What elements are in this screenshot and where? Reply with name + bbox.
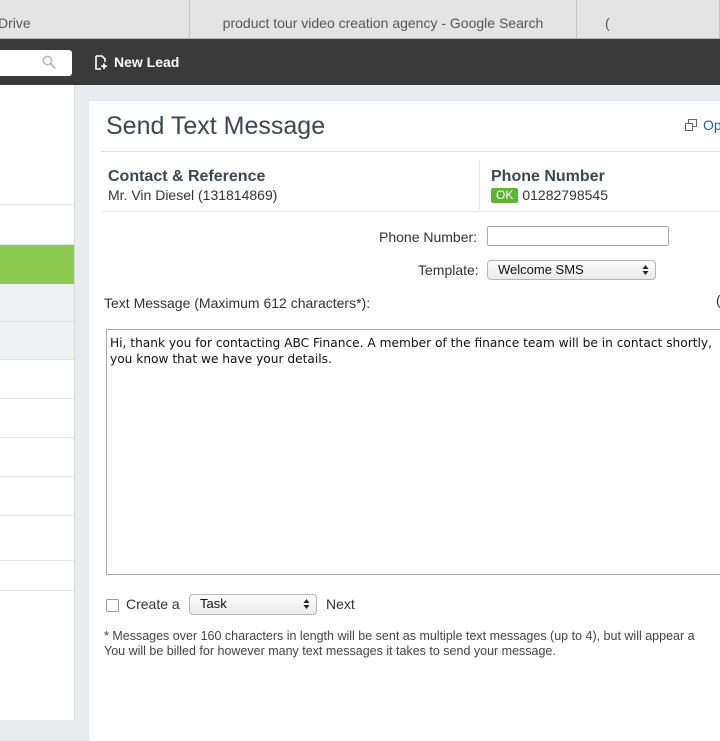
billing-note: * Messages over 160 characters in length… xyxy=(104,629,695,659)
tab-title: ( xyxy=(605,15,610,31)
create-a-label: Create a xyxy=(126,596,180,612)
sidebar-item[interactable] xyxy=(0,284,74,322)
new-lead-icon xyxy=(95,54,107,70)
sidebar-item[interactable] xyxy=(0,561,74,591)
new-window-icon xyxy=(685,119,697,131)
sidebar-item[interactable] xyxy=(0,399,74,438)
search-icon[interactable] xyxy=(42,55,56,69)
sidebar-item[interactable] xyxy=(0,85,74,205)
template-label: Template: xyxy=(418,262,479,278)
text-message-textarea[interactable]: Hi, thank you for contacting ABC Finance… xyxy=(106,329,720,575)
sidebar-item[interactable] xyxy=(0,205,74,245)
contact-reference-heading: Contact & Reference xyxy=(108,168,266,185)
sidebar-item[interactable] xyxy=(0,516,74,561)
billing-note-line: You will be billed for however many text… xyxy=(104,644,556,658)
text-message-label: Text Message (Maximum 612 characters*): xyxy=(104,295,371,311)
task-type-select[interactable]: Task xyxy=(189,594,317,615)
select-arrows-icon xyxy=(642,265,649,275)
template-selected-value: Welcome SMS xyxy=(498,262,584,277)
browser-tab-bar: Drive product tour video creation agency… xyxy=(0,0,720,39)
message-line: you know that we have your details. xyxy=(110,352,332,366)
new-lead-button[interactable]: New Lead xyxy=(94,53,179,71)
sidebar-item[interactable] xyxy=(0,438,74,477)
template-select[interactable]: Welcome SMS xyxy=(487,260,656,280)
next-label: Next xyxy=(326,596,355,612)
select-arrows-icon xyxy=(303,599,310,609)
character-count-indicator: ( xyxy=(716,292,720,308)
page-title: Send Text Message xyxy=(106,112,326,140)
phone-number-heading: Phone Number xyxy=(491,168,605,185)
divider xyxy=(101,151,720,152)
phone-number-label: Phone Number: xyxy=(379,229,478,245)
divider xyxy=(479,160,480,210)
new-lead-label: New Lead xyxy=(114,54,180,70)
create-task-checkbox[interactable] xyxy=(106,599,119,612)
browser-tab-drive[interactable]: Drive xyxy=(0,0,190,38)
phone-number-value: 01282798545 xyxy=(522,187,608,203)
open-link-label: Op xyxy=(703,117,720,133)
billing-note-line: * Messages over 160 characters in length… xyxy=(104,629,695,643)
browser-tab-other[interactable]: ( xyxy=(577,0,720,38)
phone-number-input[interactable] xyxy=(487,226,669,246)
sidebar-item[interactable] xyxy=(0,477,74,516)
tab-title: product tour video creation agency - Goo… xyxy=(222,15,544,31)
phone-number-row: OK 01282798545 xyxy=(491,187,608,203)
open-in-new-window-link[interactable]: Op xyxy=(685,117,720,133)
task-selected-value: Task xyxy=(200,596,227,611)
sidebar-item[interactable] xyxy=(0,360,74,399)
contact-reference-value: Mr. Vin Diesel (131814869) xyxy=(108,187,278,203)
sidebar-item[interactable] xyxy=(0,322,74,360)
left-sidebar xyxy=(0,85,75,720)
browser-tab-google-search[interactable]: product tour video creation agency - Goo… xyxy=(190,0,577,38)
tab-title: Drive xyxy=(0,15,31,31)
status-badge: OK xyxy=(491,187,519,203)
search-input[interactable] xyxy=(0,50,72,76)
message-line: Hi, thank you for contacting ABC Finance… xyxy=(110,336,712,350)
divider xyxy=(101,211,720,212)
sidebar-item-active[interactable] xyxy=(0,245,74,284)
